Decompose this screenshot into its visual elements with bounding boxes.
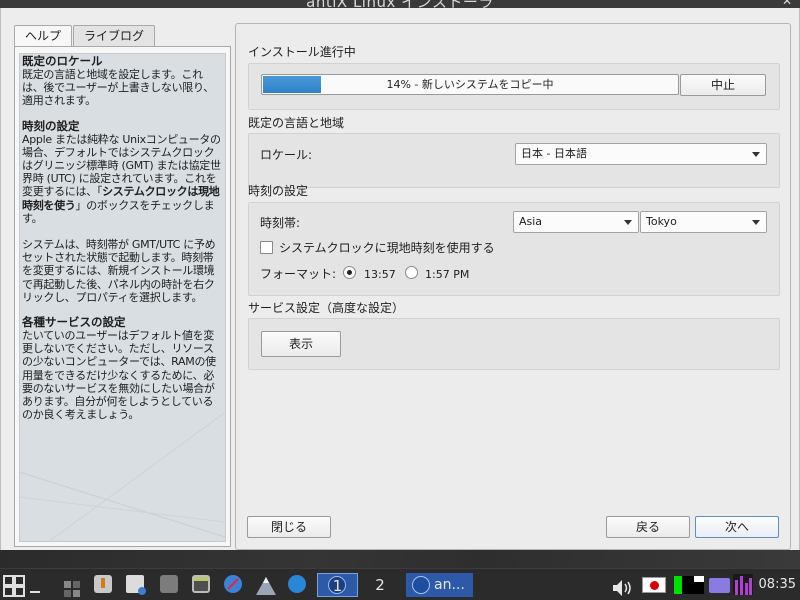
desktop-background — [0, 550, 800, 568]
timezone-region-select[interactable]: Asia — [513, 211, 639, 233]
close-icon[interactable]: ✕ — [782, 0, 792, 8]
help-tabs: ヘルプ ライブログ — [14, 25, 156, 47]
abort-button[interactable]: 中止 — [680, 74, 766, 96]
help-body-clock: Apple または純粋な Unixコンピュータの場合、デフォルトではシステムクロ… — [22, 133, 223, 225]
help-text-area[interactable]: 既定のロケール 既定の言語と地域を設定します。これは、後でユーザーが上書きしない… — [19, 53, 226, 542]
format-label: フォーマット: — [260, 267, 337, 281]
installer-window: ヘルプ ライブログ 既定のロケール 既定の言語と地域を設定します。これは、後でユ… — [0, 8, 800, 550]
locale-select-value: 日本 - 日本語 — [521, 147, 587, 160]
help-heading-clock: 時刻の設定 — [22, 118, 80, 133]
badge-icon — [138, 587, 146, 595]
flag-icon[interactable] — [642, 577, 666, 593]
taskbar: 1 2 an... 08:35 — [0, 568, 800, 600]
install-progress-title: インストール進行中 — [248, 45, 356, 59]
task-installer[interactable]: an... — [406, 573, 473, 597]
network-icon[interactable] — [288, 575, 306, 593]
mem-monitor-icon — [694, 576, 704, 582]
show-services-button[interactable]: 表示 — [261, 331, 341, 357]
net-bar-3 — [745, 583, 748, 595]
help-body-services: たいていのユーザーはデフォルト値を変更しないでください。ただし、リソースの少ない… — [22, 329, 216, 422]
format-24h-label[interactable]: 13:57 — [364, 268, 396, 282]
next-button[interactable]: 次へ — [695, 516, 779, 538]
chevron-down-icon — [752, 220, 760, 225]
timezone-region-value: Asia — [519, 215, 543, 228]
net-bar-1 — [735, 580, 738, 595]
help-heading-locale: 既定のロケール — [22, 54, 103, 68]
close-button[interactable]: 閉じる — [247, 516, 331, 538]
taskbar-clock[interactable]: 08:35 — [759, 569, 796, 600]
tab-live-log[interactable]: ライブログ — [73, 25, 156, 46]
volume-icon[interactable] — [612, 576, 634, 600]
compass-needle-icon — [227, 578, 239, 590]
timezone-city-value: Tokyo — [646, 215, 677, 228]
download-arrow-icon — [101, 578, 105, 588]
cpu-monitor-bar — [674, 576, 682, 594]
window-title: antiX Linux インストーラ — [0, 0, 800, 8]
format-12h-radio[interactable] — [405, 266, 418, 279]
show-desktop-icon[interactable] — [30, 591, 40, 593]
task-installer-label: an... — [434, 577, 465, 593]
workspace-2[interactable]: 2 — [360, 573, 400, 597]
terminal-titlebar-icon — [194, 577, 208, 581]
services-group-title: サービス設定（高度な設定） — [248, 301, 405, 315]
browser-icon[interactable] — [224, 575, 242, 593]
net-bar-4 — [749, 578, 752, 595]
terminal-icon[interactable] — [192, 575, 210, 593]
tray-icon[interactable] — [709, 578, 730, 593]
clock-group-title: 時刻の設定 — [248, 184, 309, 198]
install-progress-bar: 14% - 新しいシステムをコピー中 — [261, 74, 679, 95]
net-bar-2 — [740, 576, 743, 595]
help-section-locale: 既定のロケール 既定の言語と地域を設定します。これは、後でユーザーが上書きしない… — [22, 55, 223, 108]
workspace-1[interactable]: 1 — [317, 573, 358, 597]
local-clock-label[interactable]: システムクロックに現地時刻を使用する — [279, 241, 495, 255]
net-monitor-icon[interactable] — [733, 574, 753, 595]
timezone-label: 時刻帯: — [260, 216, 301, 230]
settings-pane: インストール進行中 14% - 新しいシステムをコピー中 中止 既定の言語と地域… — [235, 23, 791, 550]
install-progress-text: 14% - 新しいシステムをコピー中 — [386, 78, 554, 91]
installer-icon[interactable] — [94, 575, 112, 593]
timezone-city-select[interactable]: Tokyo — [640, 211, 767, 233]
chevron-down-icon — [624, 220, 632, 225]
tab-help[interactable]: ヘルプ — [14, 25, 73, 47]
workspace-1-label: 1 — [332, 577, 343, 595]
help-heading-services: 各種サービスの設定 — [22, 315, 126, 330]
file-manager-icon[interactable] — [126, 575, 146, 595]
drive-icon[interactable] — [160, 575, 178, 593]
back-button[interactable]: 戻る — [606, 516, 690, 538]
format-24h-radio[interactable] — [343, 266, 356, 279]
help-section-clock: 時刻の設定 Apple または純粋な Unixコンピュータの場合、デフォルトでは… — [22, 118, 223, 304]
help-body-clock-2: システムは、時刻帯が GMT/UTC に予めセットされた状態で起動します。時刻帯… — [22, 238, 216, 304]
cpu-monitor-icon[interactable] — [674, 576, 704, 594]
globe-icon — [412, 576, 430, 594]
chevron-down-icon — [752, 152, 760, 157]
app-menu-icon[interactable] — [3, 574, 27, 598]
workspaces-icon[interactable] — [64, 577, 80, 600]
help-pane: 既定のロケール 既定の言語と地域を設定します。これは、後でユーザーが上書きしない… — [14, 46, 231, 547]
window-titlebar: antiX Linux インストーラ ✕ — [0, 0, 800, 8]
flag-red-circle — [650, 581, 659, 590]
mountain-icon[interactable] — [255, 574, 277, 598]
format-12h-label[interactable]: 1:57 PM — [425, 268, 469, 282]
radio-selected-dot — [347, 270, 352, 275]
locale-label: ロケール: — [260, 148, 313, 162]
local-clock-checkbox[interactable] — [260, 241, 273, 254]
help-body-locale: 既定の言語と地域を設定します。これは、後でユーザーが上書きしない限り、適用されま… — [22, 68, 214, 108]
help-section-services: 各種サービスの設定 たいていのユーザーはデフォルト値を変更しないでください。ただ… — [22, 315, 223, 422]
locale-group-title: 既定の言語と地域 — [248, 116, 345, 130]
locale-select[interactable]: 日本 - 日本語 — [515, 143, 767, 165]
